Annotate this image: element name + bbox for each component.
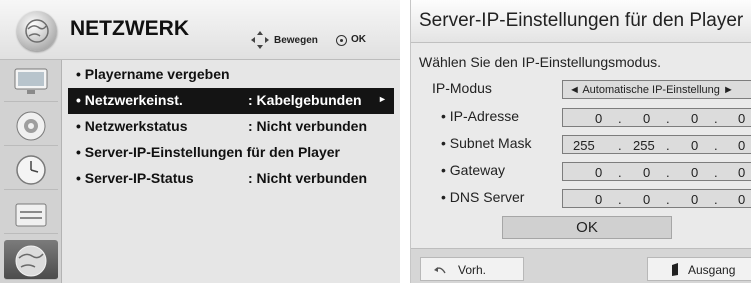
- octet-separator: .: [618, 192, 622, 207]
- ip-mode-label: IP-Modus: [432, 80, 492, 96]
- octet: 0: [691, 138, 699, 153]
- octet: 255: [573, 138, 595, 153]
- dialog-title-bar: Server-IP-Einstellungen für den Player: [411, 0, 751, 43]
- server-ip-dialog: Server-IP-Einstellungen für den Player W…: [410, 0, 751, 283]
- dns-server-label: • DNS Server: [441, 189, 525, 205]
- octet: 0: [595, 165, 603, 180]
- dialog-title: Server-IP-Einstellungen für den Player: [419, 10, 744, 31]
- subnet-mask-field[interactable]: 255 . 255 . 0 . 0: [562, 135, 751, 154]
- exit-button-label: Ausgang: [688, 263, 736, 277]
- gateway-field[interactable]: 0 . 0 . 0 . 0: [562, 162, 751, 181]
- navigation-hint-label: Bewegen: [274, 35, 318, 46]
- menu-item-label: • Server-IP-Status: [76, 170, 194, 186]
- octet-separator: .: [618, 165, 622, 180]
- menu-item-label: • Server-IP-Einstellungen für den Player: [76, 144, 340, 160]
- octet-separator: .: [714, 138, 718, 153]
- menu-item-label: • Netzwerkeinst.: [76, 92, 183, 108]
- disc-icon[interactable]: [4, 106, 58, 146]
- network-menu-panel: NETZWERK Bewegen OK • Playername vergebe…: [0, 0, 400, 283]
- dns-server-field[interactable]: 0 . 0 . 0 . 0: [562, 189, 751, 208]
- subnet-mask-label: • Subnet Mask: [441, 135, 532, 151]
- octet: 0: [643, 111, 651, 126]
- octet: 0: [738, 192, 746, 207]
- octet-separator: .: [666, 111, 670, 126]
- exit-icon: [672, 263, 678, 276]
- ip-address-field[interactable]: 0 . 0 . 0 . 0: [562, 108, 751, 127]
- menu-item-server-ip-settings[interactable]: • Server-IP-Einstellungen für den Player: [68, 140, 394, 166]
- gateway-label: • Gateway: [441, 162, 506, 178]
- octet: 0: [595, 111, 603, 126]
- octet-separator: .: [666, 165, 670, 180]
- menu-item-network-settings[interactable]: • Netzwerkeinst. : Kabelgebunden ►: [68, 88, 394, 114]
- chevron-right-icon: ►: [378, 94, 387, 104]
- clock-icon[interactable]: [4, 150, 58, 190]
- ok-button-icon: [336, 35, 347, 46]
- back-button[interactable]: Vorh.: [420, 257, 524, 281]
- category-sidebar: [0, 60, 62, 283]
- menu-item-value: : Kabelgebunden: [248, 92, 362, 108]
- back-arrow-icon: [434, 267, 446, 274]
- ip-mode-value: ◄ Automatische IP-Einstellung ►: [569, 84, 734, 96]
- menu-item-label: • Netzwerkstatus: [76, 118, 188, 134]
- octet-separator: .: [618, 111, 622, 126]
- octet-separator: .: [714, 111, 718, 126]
- octet: 0: [738, 165, 746, 180]
- octet: 0: [691, 111, 699, 126]
- dialog-footer: Vorh. Ausgang: [411, 248, 751, 283]
- octet: 0: [643, 192, 651, 207]
- octet: 0: [738, 138, 746, 153]
- octet: 0: [691, 192, 699, 207]
- menu-item-label: • Playername vergeben: [76, 66, 230, 82]
- ok-hint-label: OK: [351, 34, 366, 45]
- back-button-label: Vorh.: [458, 263, 487, 277]
- monitor-icon[interactable]: [4, 62, 58, 102]
- menu-item-server-ip-status[interactable]: • Server-IP-Status : Nicht verbunden: [68, 166, 394, 192]
- octet: 0: [595, 192, 603, 207]
- menu-item-value: : Nicht verbunden: [248, 118, 368, 134]
- toolbox-icon[interactable]: [4, 194, 58, 234]
- network-globe-icon: [17, 11, 57, 51]
- octet-separator: .: [714, 165, 718, 180]
- octet-separator: .: [666, 192, 670, 207]
- ip-address-label: • IP-Adresse: [441, 108, 520, 124]
- menu-item-network-status[interactable]: • Netzwerkstatus : Nicht verbunden: [68, 114, 394, 140]
- menu-title: NETZWERK: [70, 17, 189, 40]
- ok-button[interactable]: OK: [502, 216, 672, 239]
- octet-separator: .: [666, 138, 670, 153]
- globe-icon[interactable]: [4, 240, 58, 280]
- octet: 0: [643, 165, 651, 180]
- octet-separator: .: [618, 138, 622, 153]
- menu-item-player-name[interactable]: • Playername vergeben: [68, 62, 394, 88]
- octet: 0: [738, 111, 746, 126]
- arrow-keys-icon: [251, 31, 269, 49]
- ip-mode-selector[interactable]: ◄ Automatische IP-Einstellung ►: [562, 80, 751, 99]
- octet: 0: [691, 165, 699, 180]
- octet-separator: .: [714, 192, 718, 207]
- octet: 255: [633, 138, 655, 153]
- menu-item-value: : Nicht verbunden: [248, 170, 368, 186]
- menu-header: NETZWERK Bewegen OK: [0, 0, 400, 60]
- mode-prompt: Wählen Sie den IP-Einstellungsmodus.: [419, 54, 662, 70]
- exit-button[interactable]: Ausgang: [647, 257, 751, 281]
